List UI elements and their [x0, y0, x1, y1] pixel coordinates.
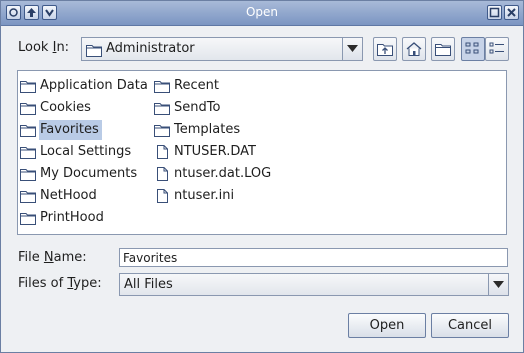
look-in-label: Look In:: [18, 40, 70, 55]
item-label: Cookies: [40, 100, 91, 115]
dropdown-arrow-icon: [493, 281, 504, 288]
folder-icon: [154, 103, 170, 115]
file-name-input[interactable]: [119, 248, 508, 267]
details-view-icon: [489, 42, 504, 54]
home-icon: [406, 42, 422, 56]
look-in-combo[interactable]: Administrator: [81, 37, 363, 61]
list-view-icon: [465, 42, 479, 54]
look-in-value: Administrator: [106, 41, 195, 56]
item-label: PrintHood: [40, 210, 104, 225]
item-label: SendTo: [174, 100, 221, 115]
cancel-button[interactable]: Cancel: [431, 313, 509, 338]
look-in-dropdown-button[interactable]: [342, 38, 362, 60]
item-label: Local Settings: [40, 144, 132, 159]
up-one-level-button[interactable]: [373, 37, 397, 61]
title-bar[interactable]: Open: [1, 1, 523, 26]
item-label: My Documents: [40, 166, 138, 181]
folder-icon: [154, 81, 170, 93]
folder-icon: [20, 147, 36, 159]
details-view-button[interactable]: [485, 37, 509, 61]
files-of-type-label: Files of Type:: [18, 276, 102, 291]
new-folder-button[interactable]: [431, 37, 455, 61]
window-title: Open: [245, 5, 279, 19]
item-label: ntuser.dat.LOG: [174, 166, 272, 181]
open-dialog: Open Look In: Administrator Application …: [0, 0, 524, 353]
item-label: NetHood: [40, 188, 97, 203]
home-button[interactable]: [402, 37, 426, 61]
folder-icon: [86, 45, 102, 57]
list-view-button[interactable]: [461, 37, 485, 61]
item-label: ntuser.ini: [174, 188, 235, 203]
close-button[interactable]: [504, 5, 519, 20]
item-label: Templates: [174, 122, 241, 137]
up-folder-icon: [377, 44, 393, 56]
folder-icon: [20, 125, 36, 137]
folder-icon: [20, 191, 36, 203]
file-list[interactable]: Application Data Cookies Favorites Local Se…: [17, 70, 507, 235]
item-label: Recent: [174, 78, 219, 93]
file-icon: [157, 167, 168, 181]
folder-icon: [20, 169, 36, 181]
item-label: NTUSER.DAT: [174, 144, 256, 159]
file-icon: [157, 189, 168, 203]
file-icon: [157, 145, 168, 159]
folder-icon: [154, 125, 170, 137]
item-label: Favorites: [39, 120, 102, 140]
folder-icon: [20, 213, 36, 225]
item-label: Application Data: [40, 78, 148, 93]
dropdown-arrow-icon: [347, 45, 358, 52]
maximize-icon: [489, 7, 500, 18]
file-name-label: File Name:: [18, 250, 87, 265]
close-icon: [507, 8, 516, 17]
folder-icon: [20, 81, 36, 93]
folder-icon: [20, 103, 36, 115]
new-folder-icon: [435, 44, 451, 56]
open-button[interactable]: Open: [348, 313, 426, 338]
files-of-type-value: All Files: [124, 277, 173, 292]
files-of-type-dropdown-button[interactable]: [488, 274, 508, 295]
maximize-button[interactable]: [487, 5, 502, 20]
files-of-type-combo[interactable]: All Files: [119, 273, 509, 296]
